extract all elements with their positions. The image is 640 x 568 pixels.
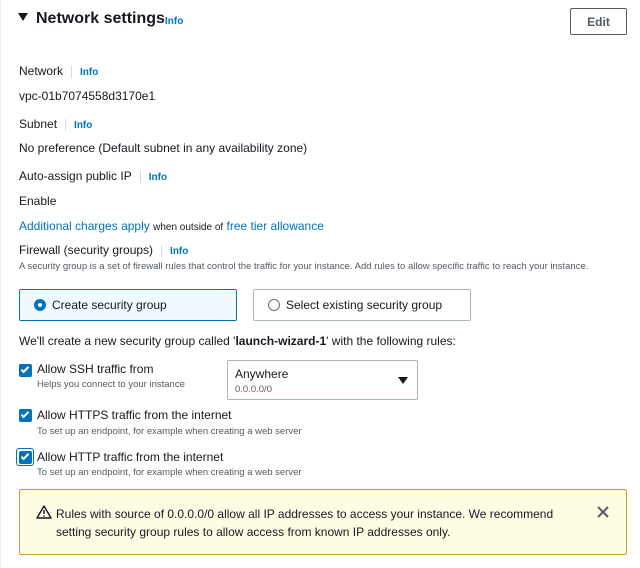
radio-selected[interactable]: [34, 299, 46, 311]
http-rule-label: Allow HTTP traffic from the internet: [37, 450, 224, 464]
section-header: Network settings Info Edit: [1, 0, 640, 42]
close-icon[interactable]: [595, 504, 611, 520]
select-existing-label: Select existing security group: [286, 298, 443, 312]
dropdown-arrow-icon: [398, 377, 408, 384]
separator: [65, 118, 67, 131]
ssh-source-select[interactable]: Anywhere 0.0.0.0/0: [227, 360, 418, 400]
firewall-label-row: Firewall (security groups) Info: [19, 243, 188, 257]
https-rule-label: Allow HTTPS traffic from the internet: [37, 408, 232, 422]
subnet-info-link[interactable]: Info: [74, 120, 92, 131]
info-link[interactable]: Info: [165, 16, 183, 27]
ssh-source-value: Anywhere: [235, 367, 289, 381]
network-label: Network: [19, 64, 64, 78]
firewall-label: Firewall (security groups): [19, 243, 154, 257]
security-group-name: launch-wizard-1: [235, 334, 327, 348]
collapse-caret-icon[interactable]: [18, 13, 28, 21]
public-ip-info-link[interactable]: Info: [149, 172, 167, 183]
http-checkbox[interactable]: [19, 451, 32, 464]
ssh-source-cidr: 0.0.0.0/0: [235, 384, 272, 395]
charges-middle-text: when outside of: [153, 222, 224, 233]
subnet-label-row: Subnet Info: [19, 117, 92, 131]
subnet-label: Subnet: [19, 117, 58, 131]
https-rule-description: To set up an endpoint, for example when …: [37, 426, 302, 437]
network-settings-panel: Network settings Info Edit Network Info v…: [0, 0, 640, 568]
separator: [161, 244, 163, 257]
warning-alert: Rules with source of 0.0.0.0/0 allow all…: [19, 489, 627, 555]
network-info-link[interactable]: Info: [80, 67, 98, 78]
public-ip-label-row: Auto-assign public IP Info: [19, 169, 167, 183]
network-value: vpc-01b7074558d3170e1: [19, 89, 156, 103]
radio-unselected[interactable]: [268, 299, 280, 311]
firewall-info-link[interactable]: Info: [170, 246, 188, 257]
alert-message: Rules with source of 0.0.0.0/0 allow all…: [56, 507, 554, 539]
ssh-rule-description: Helps you connect to your instance: [37, 379, 185, 390]
ssh-checkbox[interactable]: [19, 364, 32, 377]
warning-icon: [36, 505, 52, 519]
additional-charges-link[interactable]: Additional charges apply: [19, 219, 150, 233]
http-rule-description: To set up an endpoint, for example when …: [37, 467, 302, 478]
charges-note: Additional charges apply when outside of…: [19, 219, 324, 233]
network-label-row: Network Info: [19, 64, 98, 78]
separator: [139, 170, 141, 183]
create-security-group-label: Create security group: [52, 298, 167, 312]
edit-button[interactable]: Edit: [570, 8, 627, 35]
firewall-description: A security group is a set of firewall ru…: [19, 261, 589, 272]
separator: [71, 65, 73, 78]
subnet-value: No preference (Default subnet in any ava…: [19, 141, 308, 155]
public-ip-label: Auto-assign public IP: [19, 169, 132, 183]
public-ip-value: Enable: [19, 194, 57, 208]
https-checkbox[interactable]: [19, 409, 32, 422]
ssh-rule-label: Allow SSH traffic from: [37, 362, 154, 376]
free-tier-link[interactable]: free tier allowance: [227, 219, 324, 233]
select-existing-security-group-option[interactable]: Select existing security group: [253, 289, 471, 321]
security-group-note: We'll create a new security group called…: [19, 334, 456, 348]
note-suffix: ' with the following rules:: [326, 334, 456, 348]
note-prefix: We'll create a new security group called…: [19, 334, 236, 348]
section-title: Network settings: [36, 10, 165, 27]
create-security-group-option[interactable]: Create security group: [19, 289, 237, 321]
